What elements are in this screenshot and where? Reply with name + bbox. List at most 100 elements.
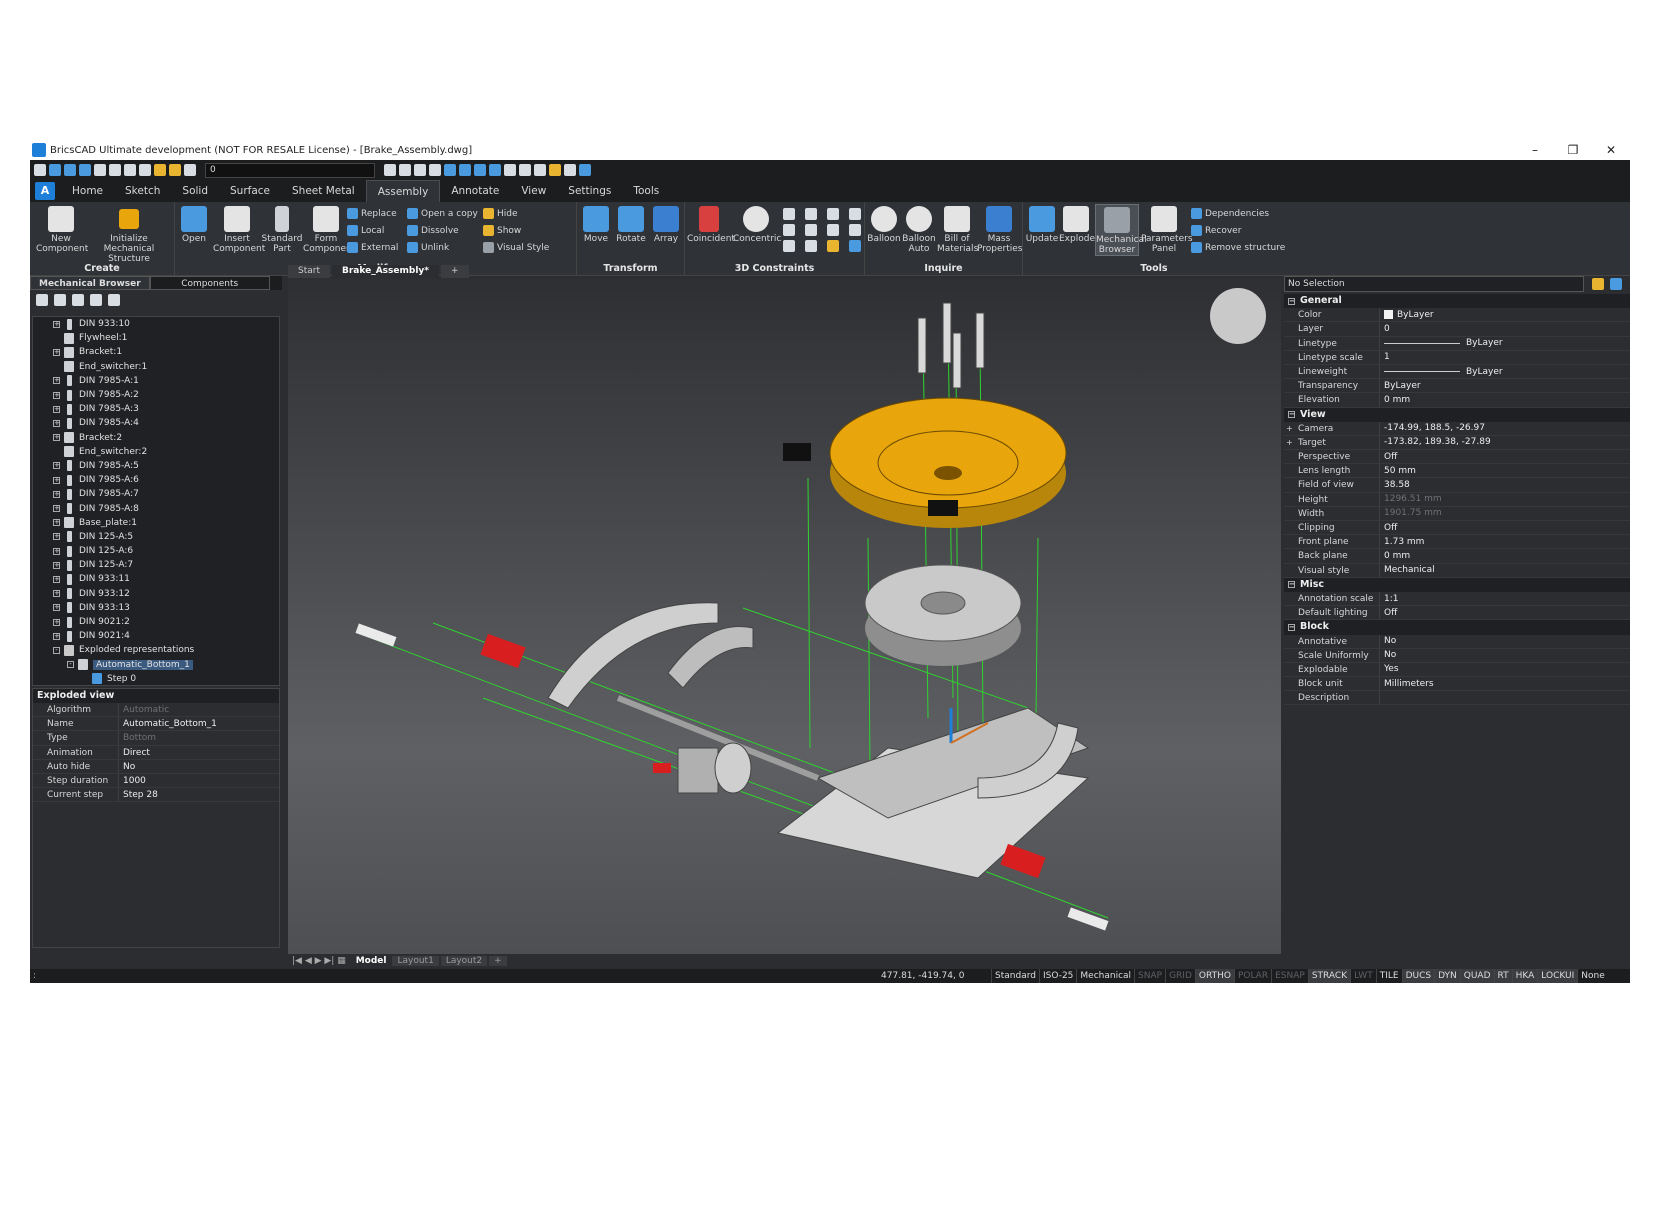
layout-nav-icons[interactable]: |◀ ◀ ▶ ▶| ▦: [288, 956, 350, 966]
view-cube-navigator[interactable]: [1210, 288, 1266, 344]
minimize-button[interactable]: –: [1516, 143, 1554, 157]
tab-mechanical-browser[interactable]: Mechanical Browser: [30, 276, 150, 290]
property-row[interactable]: Color ByLayer: [1284, 308, 1630, 323]
status-toggle[interactable]: DUCS: [1401, 969, 1435, 983]
tree-node[interactable]: + DIN 9021:2: [33, 615, 279, 629]
status-toggle[interactable]: ESNAP: [1271, 969, 1308, 983]
open-file-icon[interactable]: [49, 164, 61, 176]
tab-surface[interactable]: Surface: [219, 180, 281, 202]
tree-node[interactable]: - Exploded representations: [33, 643, 279, 657]
snap-icon[interactable]: [399, 164, 411, 176]
property-value[interactable]: 1000: [119, 774, 146, 787]
property-value[interactable]: 0 mm: [1380, 549, 1410, 562]
expand-toggle-icon[interactable]: +: [53, 391, 60, 399]
property-row[interactable]: + Camera -174.99, 188.5, -26.97: [1284, 421, 1630, 436]
tree-node[interactable]: + DIN 125-A:5: [33, 530, 279, 544]
tree-node[interactable]: + Base_plate:1: [33, 516, 279, 530]
property-value[interactable]: 0 mm: [1380, 393, 1410, 406]
app-menu-icon[interactable]: A: [35, 182, 55, 200]
view-top-icon[interactable]: [459, 164, 471, 176]
tree-node[interactable]: End_switcher:1: [33, 360, 279, 374]
redo-icon[interactable]: [139, 164, 151, 176]
collapse-all-icon[interactable]: [54, 294, 66, 306]
property-row[interactable]: Height 1296.51 mm: [1284, 492, 1630, 507]
lock-icon[interactable]: [827, 240, 839, 252]
layout-tab-layout2[interactable]: Layout2: [440, 956, 488, 966]
3d-viewport[interactable]: [288, 278, 1281, 954]
mass-properties-button[interactable]: Mass Properties: [977, 206, 1022, 254]
eraser-icon[interactable]: [519, 164, 531, 176]
visual-style-button[interactable]: Visual Style: [483, 242, 549, 253]
tree-node[interactable]: + DIN 7985-A:1: [33, 374, 279, 388]
expand-toggle-icon[interactable]: +: [53, 590, 60, 598]
exploded-view-row[interactable]: Auto hide No: [33, 759, 279, 774]
mechanical-browser-button[interactable]: Mechanical Browser: [1095, 204, 1147, 256]
tree-node[interactable]: + DIN 7985-A:7: [33, 487, 279, 501]
property-value[interactable]: 1296.51 mm: [1380, 493, 1442, 506]
standard-part-button[interactable]: Standard Part: [261, 206, 303, 254]
status-toggle[interactable]: DYN: [1434, 969, 1460, 983]
property-value[interactable]: 1: [1380, 351, 1390, 364]
array-button[interactable]: Array: [649, 206, 683, 244]
tree-node[interactable]: Flywheel:1: [33, 331, 279, 345]
binoculars-icon[interactable]: [108, 294, 120, 306]
property-row[interactable]: Field of view 38.58: [1284, 478, 1630, 493]
browser-settings-icon[interactable]: [90, 294, 102, 306]
property-row[interactable]: Transparency ByLayer: [1284, 379, 1630, 394]
unlink-button[interactable]: Unlink: [407, 242, 449, 253]
remove-structure-button[interactable]: Remove structure: [1191, 242, 1285, 253]
new-component-button[interactable]: New Component: [36, 206, 88, 254]
dissolve-button[interactable]: Dissolve: [407, 225, 459, 236]
symmetric-icon[interactable]: [783, 240, 795, 252]
property-row[interactable]: Elevation 0 mm: [1284, 393, 1630, 408]
edit-icon[interactable]: [549, 164, 561, 176]
property-value[interactable]: Direct: [119, 746, 150, 759]
expand-toggle-icon[interactable]: +: [53, 490, 60, 498]
expand-toggle-icon[interactable]: +: [53, 632, 60, 640]
tree-node[interactable]: - Automatic_Bottom_1: [33, 658, 279, 672]
status-toggle[interactable]: LWT: [1350, 969, 1376, 983]
expand-toggle-icon[interactable]: +: [53, 519, 60, 527]
plot-icon[interactable]: [94, 164, 106, 176]
doc-tab-brake-assembly[interactable]: Brake_Assembly*: [332, 264, 439, 278]
tree-node[interactable]: + DIN 7985-A:4: [33, 416, 279, 430]
view-iso-icon[interactable]: [474, 164, 486, 176]
property-row[interactable]: Lens length 50 mm: [1284, 464, 1630, 479]
save-as-icon[interactable]: [79, 164, 91, 176]
tree-node[interactable]: + Bracket:2: [33, 431, 279, 445]
layer-lock-icon[interactable]: [184, 164, 196, 176]
status-toggle[interactable]: POLAR: [1233, 969, 1271, 983]
close-button[interactable]: ✕: [1592, 143, 1630, 157]
exploded-view-row[interactable]: Type Bottom: [33, 731, 279, 746]
status-toggle[interactable]: None: [1577, 969, 1607, 983]
expand-toggle-icon[interactable]: +: [53, 533, 60, 541]
expand-toggle-icon[interactable]: +: [53, 561, 60, 569]
tab-view[interactable]: View: [510, 180, 557, 202]
tab-solid[interactable]: Solid: [171, 180, 219, 202]
property-value[interactable]: Off: [1380, 521, 1397, 534]
collapse-toggle-icon[interactable]: −: [1288, 297, 1295, 305]
expand-toggle-icon[interactable]: -: [53, 646, 60, 654]
filter-icon[interactable]: [1592, 278, 1604, 290]
dependencies-button[interactable]: Dependencies: [1191, 208, 1269, 219]
status-toggle[interactable]: RT: [1493, 969, 1512, 983]
tree-node[interactable]: + DIN 125-A:6: [33, 544, 279, 558]
doc-tab-start[interactable]: Start: [288, 264, 330, 278]
expand-toggle-icon[interactable]: +: [53, 618, 60, 626]
tab-settings[interactable]: Settings: [557, 180, 622, 202]
insert-component-button[interactable]: Insert Component: [213, 206, 265, 254]
property-value[interactable]: Yes: [1380, 663, 1399, 676]
expand-toggle-icon[interactable]: +: [53, 377, 60, 385]
property-row[interactable]: Default lighting Off: [1284, 606, 1630, 621]
grips-icon[interactable]: [414, 164, 426, 176]
hide-button[interactable]: Hide: [483, 208, 518, 219]
external-button[interactable]: External: [347, 242, 398, 253]
add-layout-button[interactable]: +: [489, 956, 507, 966]
tree-node[interactable]: + DIN 933:10: [33, 317, 279, 331]
property-value[interactable]: Mechanical: [1380, 564, 1435, 577]
tree-node[interactable]: + DIN 7985-A:2: [33, 388, 279, 402]
expand-toggle-icon[interactable]: +: [53, 505, 60, 513]
collapse-toggle-icon[interactable]: −: [1288, 581, 1295, 589]
property-value[interactable]: -174.99, 188.5, -26.97: [1380, 422, 1485, 435]
expand-toggle-icon[interactable]: +: [1286, 436, 1293, 450]
